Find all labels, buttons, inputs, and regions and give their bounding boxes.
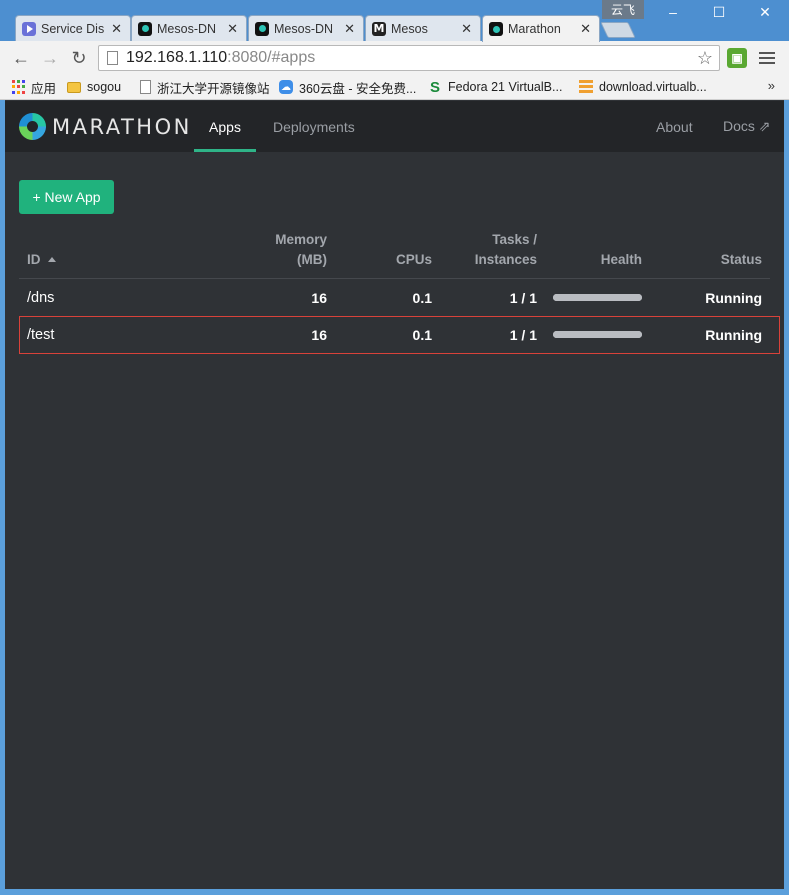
app-status: Running xyxy=(705,290,762,306)
bookmarks-overflow-button[interactable]: » xyxy=(768,78,775,93)
column-memory-unit: (MB) xyxy=(297,252,327,267)
column-cpus[interactable]: CPUs xyxy=(372,250,432,270)
sort-ascending-icon xyxy=(47,257,56,262)
nav-apps[interactable]: Apps xyxy=(194,101,256,152)
bookmark-label: 360云盘 - 安全免费... xyxy=(299,81,417,96)
bookmark-star-icon[interactable]: ☆ xyxy=(697,48,713,69)
tab-service-discovery[interactable]: Service Dis ✕ xyxy=(15,15,131,41)
app-cpus: 0.1 xyxy=(412,327,432,343)
app-memory: 16 xyxy=(311,290,327,306)
health-bar-fill xyxy=(553,294,642,301)
service-discovery-icon xyxy=(22,21,36,36)
bookmark-label: Fedora 21 VirtualB... xyxy=(448,80,563,94)
health-bar-fill xyxy=(553,331,642,338)
bookmarks-bar: 应用 sogou 浙江大学开源镜像站 ☁ 360云盘 - 安全免费... S F… xyxy=(0,75,789,100)
bookmark-label: download.virtualb... xyxy=(599,80,707,94)
reload-icon[interactable]: ↻ xyxy=(68,47,90,69)
tab-title: Mesos xyxy=(391,21,428,36)
column-memory[interactable]: Memory (MB) xyxy=(259,230,327,270)
close-tab-icon[interactable]: ✕ xyxy=(580,21,591,37)
mesos-dns-icon xyxy=(138,21,152,36)
back-arrow-icon[interactable]: ← xyxy=(10,47,32,69)
bookmark-zju-mirror[interactable]: 浙江大学开源镜像站 xyxy=(140,78,270,96)
top-nav: MARATHON Apps Deployments About Docs ⇗ xyxy=(5,101,784,152)
page-icon xyxy=(140,80,151,94)
column-instances-label: Instances xyxy=(474,252,537,267)
close-window-button[interactable]: ✕ xyxy=(742,0,788,24)
tab-marathon[interactable]: Marathon ✕ xyxy=(482,15,600,42)
maximize-button[interactable]: ☐ xyxy=(696,0,742,24)
bookmark-label: 浙江大学开源镜像站 xyxy=(157,81,270,96)
nav-docs[interactable]: Docs ⇗ xyxy=(723,101,771,152)
mesos-dns-icon xyxy=(255,21,269,36)
close-tab-icon[interactable]: ✕ xyxy=(344,21,355,37)
column-id-label: ID xyxy=(27,252,41,267)
tab-title: Mesos-DN xyxy=(274,21,334,36)
url-host: 192.168.1.110 xyxy=(126,49,228,66)
marathon-icon xyxy=(489,22,503,36)
column-tasks-label: Tasks / xyxy=(492,232,537,247)
app-tasks: 1 / 1 xyxy=(509,290,537,306)
mesos-icon: M xyxy=(372,21,386,36)
tab-mesos-dns-2[interactable]: Mesos-DN ✕ xyxy=(248,15,364,41)
marathon-app: MARATHON Apps Deployments About Docs ⇗ +… xyxy=(5,101,784,889)
forward-arrow-icon[interactable]: → xyxy=(39,47,61,69)
new-tab-button[interactable] xyxy=(600,22,636,38)
app-id[interactable]: /test xyxy=(27,317,54,353)
tab-mesos-dns-1[interactable]: Mesos-DN ✕ xyxy=(131,15,247,41)
list-icon xyxy=(579,80,593,94)
bookmark-virtualbox[interactable]: download.virtualb... xyxy=(579,78,707,96)
bookmark-label: 应用 xyxy=(31,81,57,96)
profile-name[interactable]: 云飞 xyxy=(602,0,644,19)
tab-title: Marathon xyxy=(508,22,561,36)
page-icon xyxy=(107,51,118,65)
app-status: Running xyxy=(705,327,762,343)
marathon-logo[interactable]: MARATHON xyxy=(19,113,192,140)
column-status[interactable]: Status xyxy=(699,250,762,270)
app-memory: 16 xyxy=(311,327,327,343)
url-path: :8080/#apps xyxy=(227,49,316,66)
address-bar[interactable]: 192.168.1.110:8080/#apps ☆ xyxy=(98,45,720,71)
table-row[interactable]: /dns 16 0.1 1 / 1 Running xyxy=(19,279,780,317)
folder-icon xyxy=(67,81,81,93)
apps-grid-icon xyxy=(11,80,25,94)
s-icon: S xyxy=(429,78,440,96)
close-tab-icon[interactable]: ✕ xyxy=(111,21,122,37)
bookmark-360-cloud[interactable]: ☁ 360云盘 - 安全免费... xyxy=(279,78,416,96)
bookmark-fedora[interactable]: S Fedora 21 VirtualB... xyxy=(428,78,562,96)
browser-chrome: Service Dis ✕ Mesos-DN ✕ Mesos-DN ✕ M Me… xyxy=(0,0,789,100)
close-tab-icon[interactable]: ✕ xyxy=(227,21,238,37)
apps-table-header: ID Memory (MB) CPUs Tasks / Instances He… xyxy=(19,221,770,279)
extension-icon[interactable]: ▣ xyxy=(727,48,747,68)
browser-toolbar: ← → ↻ 192.168.1.110:8080/#apps ☆ ▣ xyxy=(0,41,789,75)
tab-title: Service Dis xyxy=(41,21,105,36)
nav-about[interactable]: About xyxy=(656,101,693,152)
tab-strip: Service Dis ✕ Mesos-DN ✕ Mesos-DN ✕ M Me… xyxy=(0,0,789,42)
health-bar xyxy=(553,331,642,338)
column-id[interactable]: ID xyxy=(27,250,56,270)
nav-deployments[interactable]: Deployments xyxy=(273,101,355,152)
app-cpus: 0.1 xyxy=(412,290,432,306)
brand-name: MARATHON xyxy=(52,114,192,139)
bookmark-label: sogou xyxy=(87,80,122,94)
close-tab-icon[interactable]: ✕ xyxy=(461,21,472,37)
bookmark-sogou[interactable]: sogou xyxy=(67,78,121,96)
app-tasks: 1 / 1 xyxy=(509,327,537,343)
minimize-button[interactable]: – xyxy=(650,0,696,24)
column-tasks[interactable]: Tasks / Instances xyxy=(447,230,537,270)
column-health[interactable]: Health xyxy=(579,250,642,270)
cloud-icon: ☁ xyxy=(279,80,293,94)
marathon-logo-icon xyxy=(19,113,46,140)
bookmark-apps[interactable]: 应用 xyxy=(11,78,56,96)
menu-icon[interactable] xyxy=(759,50,775,66)
tab-mesos[interactable]: M Mesos ✕ xyxy=(365,15,481,41)
new-app-button[interactable]: + New App xyxy=(19,180,114,214)
table-row[interactable]: /test 16 0.1 1 / 1 Running xyxy=(19,316,780,354)
app-id[interactable]: /dns xyxy=(27,279,54,317)
health-bar xyxy=(553,294,642,301)
tab-title: Mesos-DN xyxy=(157,21,217,36)
column-memory-label: Memory xyxy=(275,232,327,247)
